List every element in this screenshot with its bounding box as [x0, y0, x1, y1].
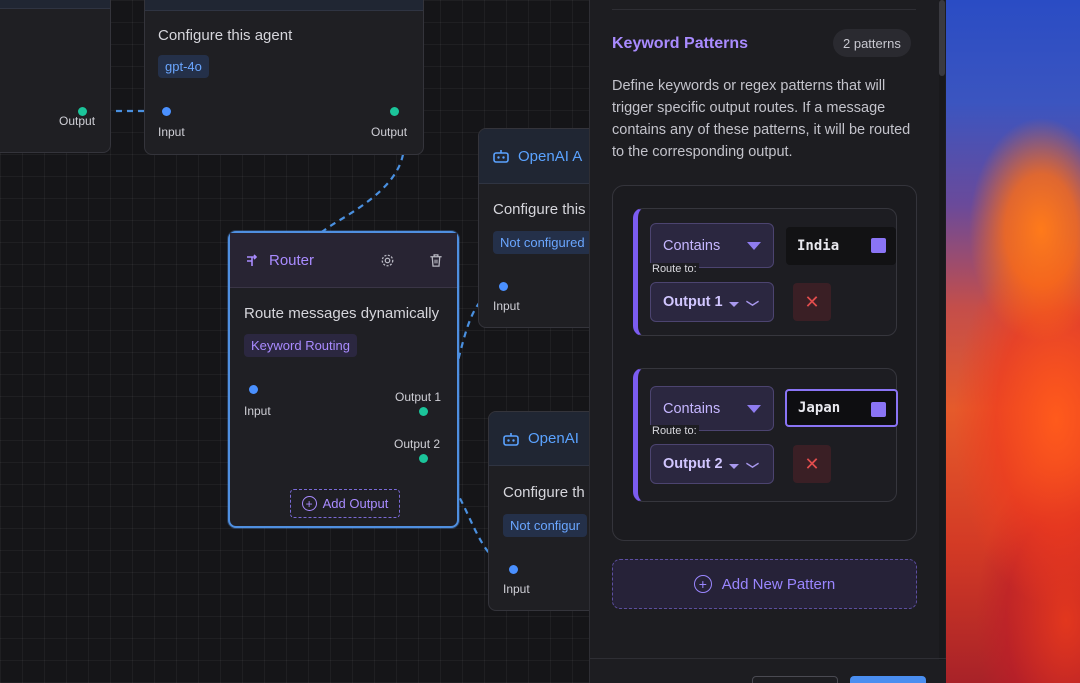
add-pattern-button[interactable]: + Add New Pattern: [612, 559, 917, 609]
node-openai-2[interactable]: OpenAI Configure th Not configur Input: [488, 411, 590, 611]
close-icon: ✕: [804, 453, 820, 474]
patterns-list: Contains India Route to: Output 1 ﹀ ✕ Co…: [612, 185, 917, 541]
node-left-partial[interactable]: Output: [0, 0, 111, 153]
properties-panel: Keyword Patterns 2 patterns Define keywo…: [589, 0, 946, 683]
color-swatch-icon: [871, 238, 886, 253]
input-port[interactable]: [509, 565, 518, 574]
router-icon: [247, 254, 258, 266]
trash-icon[interactable]: [429, 253, 443, 268]
caret-down-icon: [729, 464, 739, 469]
pattern-count-badge: 2 patterns: [833, 29, 911, 57]
model-chip: gpt-4o: [158, 55, 209, 78]
input-port-label: Input: [503, 582, 530, 596]
panel-scrollbar-thumb[interactable]: [939, 0, 945, 76]
input-port-label: Input: [158, 125, 185, 139]
node-description: Route messages dynamically: [244, 305, 440, 322]
close-icon: ✕: [804, 291, 820, 312]
input-port-label: Input: [493, 299, 520, 313]
chevron-down-icon: ﹀: [745, 462, 759, 477]
plus-icon: +: [693, 575, 712, 593]
node-description: Configure this: [493, 201, 586, 218]
output-port[interactable]: [390, 107, 399, 116]
pattern-card: Contains India Route to: Output 1 ﹀ ✕: [633, 208, 897, 336]
section-title: Keyword Patterns: [612, 35, 749, 52]
route-output-select[interactable]: Output 1 ﹀: [650, 282, 774, 322]
output-port-label: Output: [59, 114, 96, 128]
delete-pattern-button[interactable]: ✕: [793, 445, 831, 483]
router-input-port[interactable]: [249, 385, 258, 394]
node-title: Router: [269, 251, 315, 269]
output-port[interactable]: [78, 107, 87, 116]
route-to-label: Route to:: [650, 263, 699, 275]
route-output-value: Output 2: [663, 456, 723, 472]
caret-down-icon: [747, 405, 761, 413]
add-pattern-label: Add New Pattern: [721, 575, 836, 593]
chevron-down-icon: ﹀: [745, 300, 759, 315]
keyword-input[interactable]: India: [786, 227, 896, 265]
input-port-label: Input: [244, 404, 271, 418]
route-output-select[interactable]: Output 2 ﹀: [650, 444, 774, 484]
output-1-port-label: Output 1: [395, 390, 442, 404]
keyword-input[interactable]: Japan: [785, 389, 898, 427]
router-node[interactable]: Router Route messages dynamically Keywor…: [228, 231, 459, 528]
router-output-1-port[interactable]: [419, 407, 428, 416]
delete-pattern-button[interactable]: ✕: [793, 283, 831, 321]
add-output-label: Add Output: [322, 496, 389, 511]
gear-icon[interactable]: [380, 253, 395, 268]
match-type-select[interactable]: Contains: [650, 223, 774, 268]
cancel-button[interactable]: [752, 676, 838, 683]
add-output-button[interactable]: + Add Output: [290, 489, 400, 518]
caret-down-icon: [729, 302, 739, 307]
node-openai-1[interactable]: OpenAI A Configure this Not configured I…: [478, 128, 590, 328]
plus-icon: +: [301, 496, 317, 511]
route-to-label: Route to:: [650, 425, 699, 437]
save-button[interactable]: [850, 676, 926, 683]
status-chip: Not configur: [503, 514, 588, 537]
output-port-label: Output: [371, 125, 408, 139]
node-description: Configure th: [503, 484, 585, 501]
robot-icon: [503, 432, 519, 446]
panel-scrollbar-track[interactable]: [939, 0, 945, 660]
desktop-wallpaper: [946, 0, 1080, 683]
match-type-value: Contains: [663, 237, 721, 254]
color-swatch-icon: [871, 402, 886, 417]
caret-down-icon: [747, 242, 761, 250]
keyword-value: India: [797, 238, 840, 254]
node-title: OpenAI: [528, 430, 579, 447]
pattern-card: Contains Japan Route to: Output 2 ﹀ ✕: [633, 368, 898, 502]
node-title: OpenAI A: [518, 147, 583, 165]
input-port[interactable]: [162, 107, 171, 116]
robot-icon: [493, 150, 509, 163]
node-agent-top[interactable]: Configure this agent gpt-4o Input Output: [144, 0, 424, 155]
router-output-2-port[interactable]: [419, 454, 428, 463]
keyword-value: Japan: [798, 400, 841, 416]
status-chip: Not configured: [493, 231, 590, 254]
node-description: Configure this agent: [158, 27, 293, 44]
input-port[interactable]: [499, 282, 508, 291]
route-output-value: Output 1: [663, 294, 723, 310]
workflow-canvas[interactable]: Output Configure this agent gpt-4o Input…: [0, 0, 590, 683]
section-description: Define keywords or regex patterns that w…: [612, 78, 911, 160]
match-type-value: Contains: [663, 400, 721, 417]
routing-type-chip: Keyword Routing: [244, 334, 357, 357]
output-2-port-label: Output 2: [394, 437, 441, 451]
